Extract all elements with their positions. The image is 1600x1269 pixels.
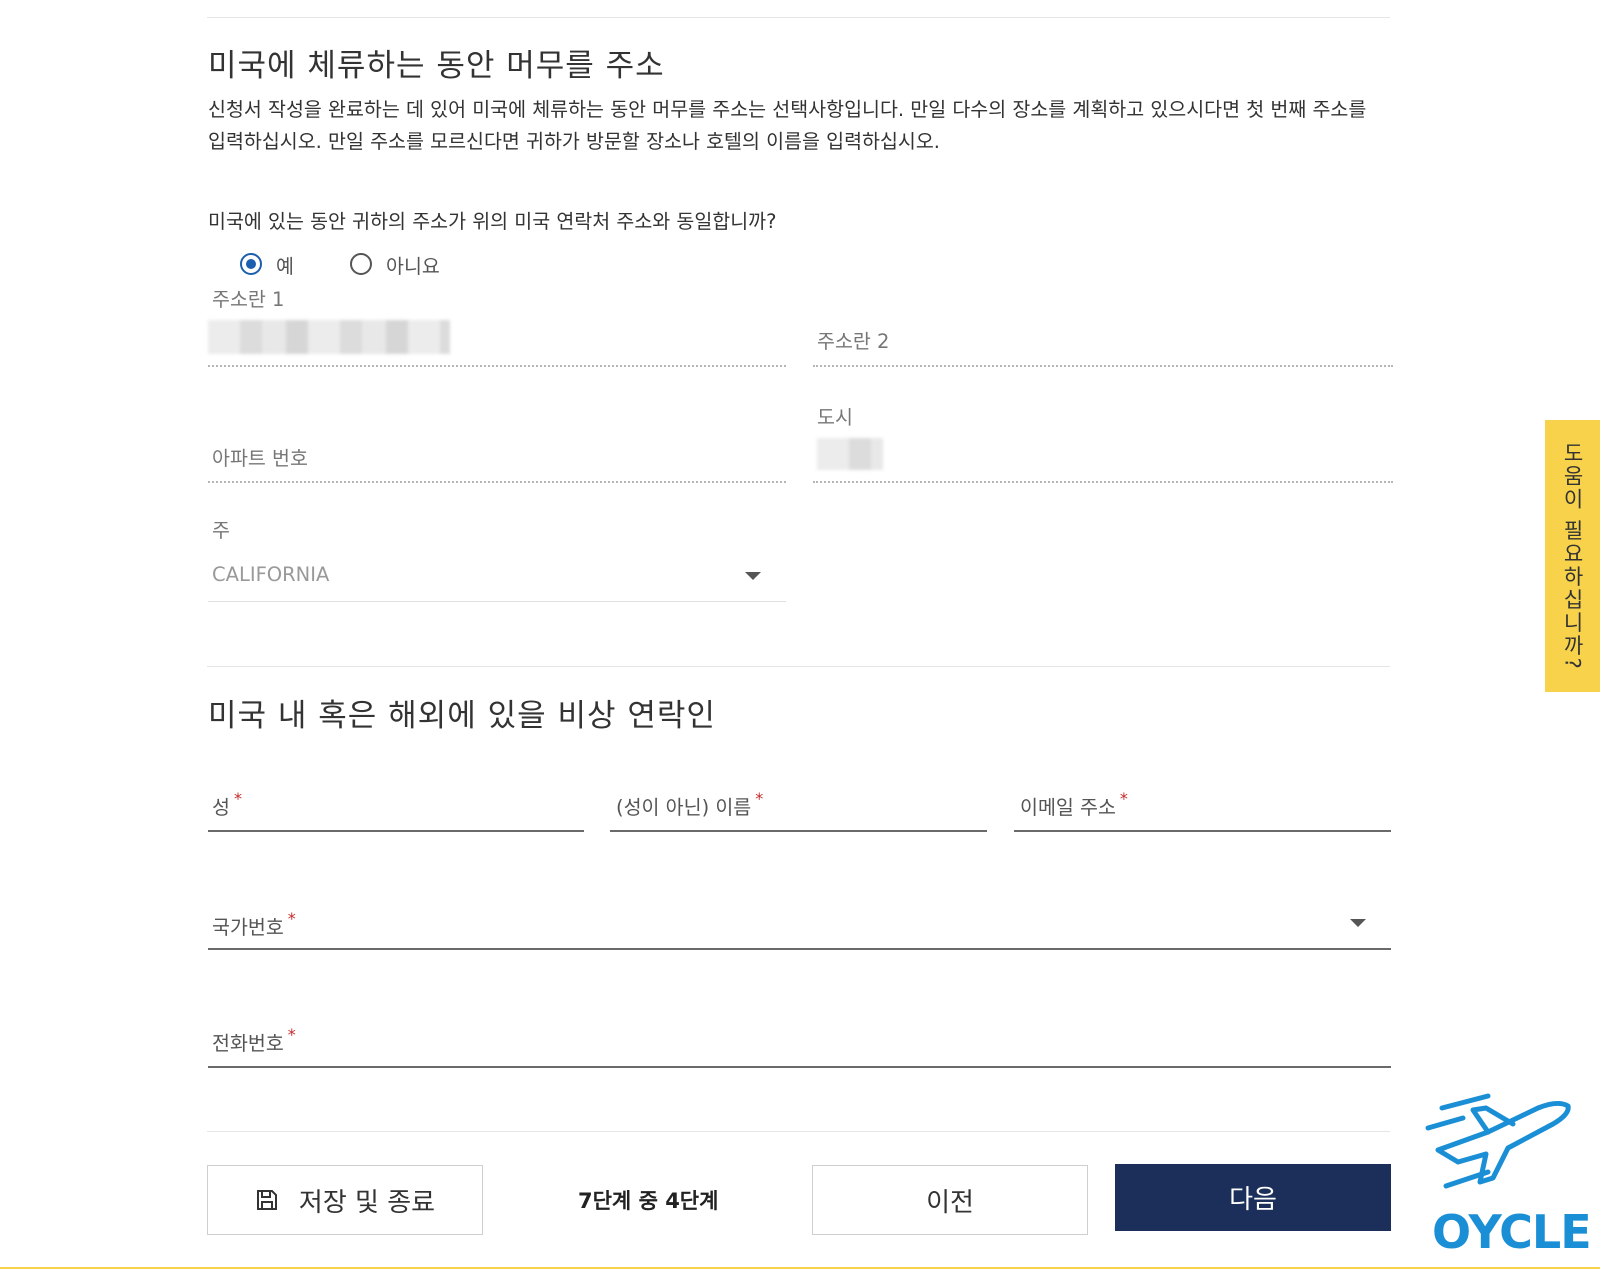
first-name-underline — [610, 830, 987, 832]
radio-no[interactable]: 아니요 — [350, 250, 440, 278]
phone-label-text: 전화번호 — [212, 1032, 284, 1055]
section-title-stay-address: 미국에 체류하는 동안 머무를 주소 — [208, 48, 665, 84]
state-underline — [208, 601, 786, 602]
address1-label: 주소란 1 — [212, 288, 285, 311]
address1-value-redacted[interactable] — [208, 320, 450, 354]
required-mark: * — [1119, 789, 1128, 808]
same-address-question: 미국에 있는 동안 귀하의 주소가 위의 미국 연락처 주소와 동일합니까? — [208, 210, 777, 233]
email-label[interactable]: 이메일 주소 * — [1020, 789, 1128, 820]
chevron-down-icon[interactable] — [745, 572, 761, 580]
divider-bottom — [207, 1131, 1390, 1132]
step-indicator: 7단계 중 4단계 — [578, 1189, 719, 1213]
last-name-label-text: 성 — [212, 796, 230, 819]
email-underline — [1014, 830, 1391, 832]
required-mark: * — [287, 909, 296, 928]
city-label: 도시 — [817, 406, 853, 429]
section-title-emergency-contact: 미국 내 혹은 해외에 있을 비상 연락인 — [208, 698, 716, 734]
radio-yes-circle[interactable] — [240, 253, 262, 275]
save-icon — [256, 1190, 277, 1210]
address2-label[interactable]: 주소란 2 — [817, 325, 889, 354]
divider-top — [207, 17, 1390, 18]
section-description: 신청서 작성을 완료하는 데 있어 미국에 체류하는 동안 머무를 주소는 선택… — [208, 98, 1367, 153]
radio-yes-label: 예 — [276, 254, 294, 278]
last-name-label[interactable]: 성 * — [212, 789, 242, 820]
airplane-logo-icon — [1425, 1093, 1571, 1189]
next-button[interactable]: 다음 — [1115, 1164, 1391, 1231]
save-exit-label: 저장 및 종료 — [298, 1187, 436, 1218]
state-label: 주 — [212, 519, 230, 542]
first-name-label[interactable]: (성이 아닌) 이름 * — [616, 789, 764, 820]
apt-label[interactable]: 아파트 번호 — [212, 442, 308, 471]
address2-underline — [813, 365, 1393, 367]
required-mark: * — [287, 1025, 296, 1044]
email-label-text: 이메일 주소 — [1020, 796, 1116, 819]
help-tab-label: 도움이 필요하십니까? — [1560, 441, 1585, 671]
country-code-label[interactable]: 국가번호 * — [212, 909, 296, 940]
divider-middle — [207, 666, 1390, 667]
prev-label: 이전 — [926, 1187, 974, 1218]
prev-button[interactable]: 이전 — [812, 1165, 1088, 1235]
apt-underline — [208, 481, 786, 483]
city-underline — [813, 481, 1393, 483]
radio-no-circle[interactable] — [350, 253, 372, 275]
country-code-underline — [208, 948, 1391, 950]
address1-underline — [208, 365, 786, 367]
save-exit-button[interactable]: 저장 및 종료 — [207, 1165, 483, 1235]
first-name-label-text: (성이 아닌) 이름 — [616, 796, 752, 819]
city-value-redacted[interactable] — [817, 438, 883, 470]
phone-underline — [208, 1066, 1391, 1068]
required-mark: * — [755, 789, 764, 808]
next-label: 다음 — [1229, 1185, 1277, 1215]
help-tab[interactable]: 도움이 필요하십니까? — [1545, 420, 1600, 692]
phone-label[interactable]: 전화번호 * — [212, 1025, 296, 1056]
required-mark: * — [233, 789, 242, 808]
chevron-down-icon[interactable] — [1350, 919, 1366, 927]
country-code-label-text: 국가번호 — [212, 916, 284, 939]
logo-text: OYCLE — [1432, 1205, 1592, 1259]
radio-yes[interactable]: 예 — [240, 250, 294, 278]
state-select-value[interactable]: CALIFORNIA — [212, 563, 329, 586]
last-name-underline — [208, 830, 584, 832]
radio-no-label: 아니요 — [386, 254, 440, 278]
